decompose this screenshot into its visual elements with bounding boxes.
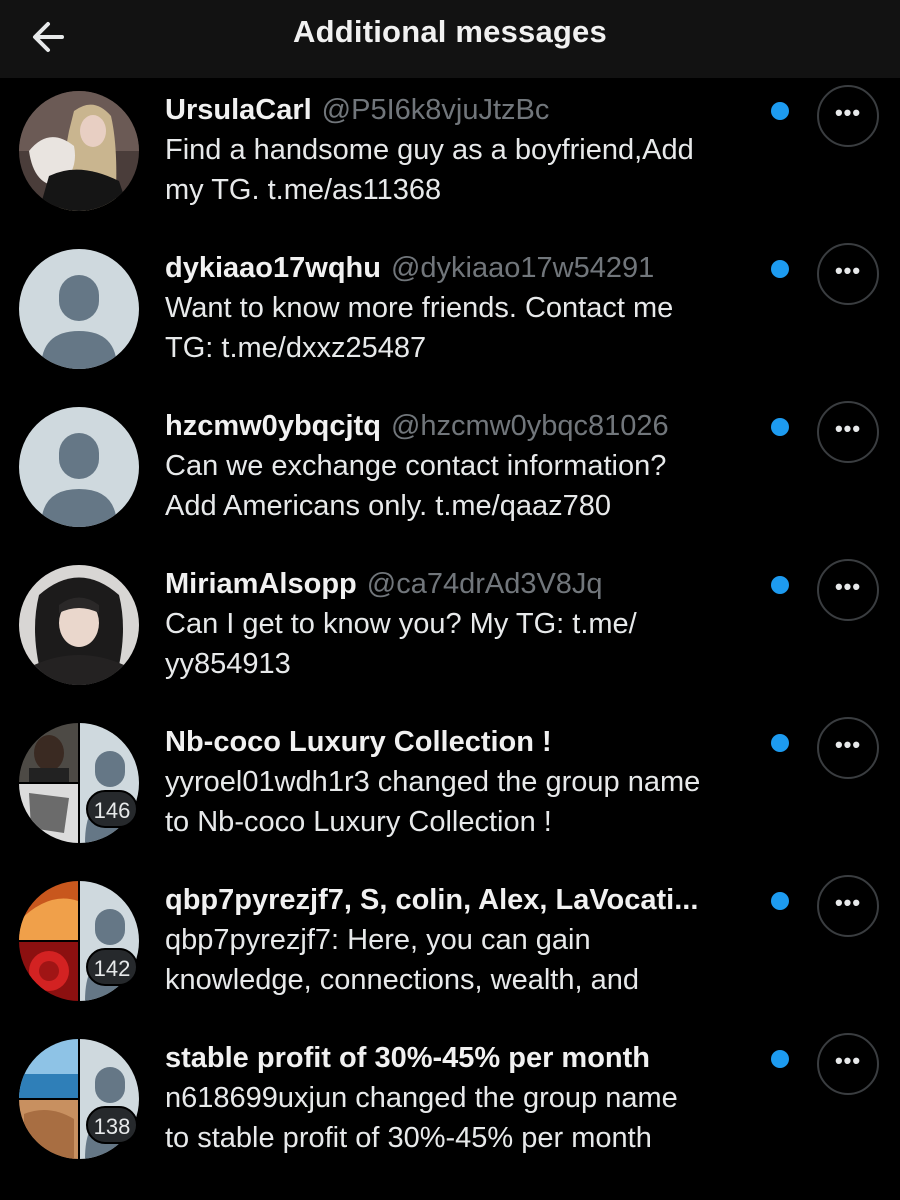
more-dots-icon: •••: [834, 100, 862, 125]
more-dots-icon: •••: [834, 1048, 862, 1073]
message-preview-line: Find a handsome guy as a boyfriend,Add: [165, 134, 694, 166]
message-preview-line: TG: t.me/dxxz25487: [165, 332, 427, 364]
more-dots-icon: •••: [834, 574, 862, 599]
conversation-header: hzcmw0ybqcjtq @hzcmw0ybqc81026: [165, 406, 775, 446]
message-preview-line: my TG. t.me/as11368: [165, 174, 442, 206]
avatar[interactable]: [19, 249, 139, 369]
member-count-badge: 142: [86, 948, 138, 986]
conversation-content: Nb-coco Luxury Collection ! yyroel01wdh1…: [165, 722, 775, 842]
unread-dot-icon: [771, 102, 789, 120]
group-name: stable profit of 30%-45% per month: [165, 1042, 651, 1074]
conversation-row[interactable]: MiriamAlsopp @ca74drAd3V8Jq Can I get to …: [0, 552, 900, 710]
default-avatar-icon: [19, 407, 139, 527]
more-options-button[interactable]: •••: [817, 85, 879, 147]
message-preview-line: Can I get to know you? My TG: t.me/: [165, 608, 637, 640]
display-name: MiriamAlsopp: [165, 568, 357, 600]
user-handle: @dykiaao17w54291: [390, 252, 655, 284]
conversation-header: dykiaao17wqhu @dykiaao17w54291: [165, 248, 775, 288]
message-preview-line: Want to know more friends. Contact me: [165, 292, 674, 324]
message-preview-line: Can we exchange contact information?: [165, 450, 667, 482]
user-handle: @P5I6k8vjuJtzBc: [321, 94, 550, 126]
conversation-row[interactable]: UrsulaCarl @P5I6k8vjuJtzBc Find a handsom…: [0, 78, 900, 236]
avatar[interactable]: [19, 407, 139, 527]
unread-dot-icon: [771, 1050, 789, 1068]
user-photo-icon: [19, 565, 139, 685]
unread-dot-icon: [771, 576, 789, 594]
page-title: Additional messages: [293, 14, 607, 49]
conversation-row[interactable]: 138 stable profit of 30%-45% per month n…: [0, 1026, 900, 1184]
more-options-button[interactable]: •••: [817, 717, 879, 779]
message-preview-line: yy854913: [165, 648, 291, 680]
message-preview-line: to Nb-coco Luxury Collection !: [165, 806, 552, 838]
more-options-button[interactable]: •••: [817, 401, 879, 463]
conversation-header: Nb-coco Luxury Collection !: [165, 722, 775, 762]
message-preview-line: Add Americans only. t.me/qaaz780: [165, 490, 611, 522]
conversation-row[interactable]: 142 qbp7pyrezjf7, S, colin, Alex, LaVoca…: [0, 868, 900, 1026]
unread-dot-icon: [771, 418, 789, 436]
message-preview-line: n618699uxjun changed the group name: [165, 1082, 678, 1114]
user-photo-icon: [19, 91, 139, 211]
group-name: Nb-coco Luxury Collection !: [165, 726, 552, 758]
conversation-row[interactable]: hzcmw0ybqcjtq @hzcmw0ybqc81026 Can we exc…: [0, 394, 900, 552]
conversation-row[interactable]: dykiaao17wqhu @dykiaao17w54291 Want to kn…: [0, 236, 900, 394]
top-bar: Additional messages: [0, 0, 900, 78]
conversation-content: dykiaao17wqhu @dykiaao17w54291 Want to kn…: [165, 248, 775, 368]
conversation-content: stable profit of 30%-45% per month n6186…: [165, 1038, 775, 1158]
conversation-row[interactable]: 146 Nb-coco Luxury Collection ! yyroel01…: [0, 710, 900, 868]
conversation-header: qbp7pyrezjf7, S, colin, Alex, LaVocati..…: [165, 880, 775, 920]
conversation-header: UrsulaCarl @P5I6k8vjuJtzBc: [165, 90, 775, 130]
unread-dot-icon: [771, 260, 789, 278]
unread-dot-icon: [771, 734, 789, 752]
unread-dot-icon: [771, 892, 789, 910]
conversation-header: MiriamAlsopp @ca74drAd3V8Jq: [165, 564, 775, 604]
display-name: hzcmw0ybqcjtq: [165, 410, 381, 442]
more-options-button[interactable]: •••: [817, 875, 879, 937]
more-dots-icon: •••: [834, 732, 862, 757]
more-dots-icon: •••: [834, 416, 862, 441]
avatar[interactable]: [19, 565, 139, 685]
more-options-button[interactable]: •••: [817, 243, 879, 305]
display-name: UrsulaCarl: [165, 94, 312, 126]
more-dots-icon: •••: [834, 890, 862, 915]
conversation-content: MiriamAlsopp @ca74drAd3V8Jq Can I get to …: [165, 564, 775, 684]
conversation-content: hzcmw0ybqcjtq @hzcmw0ybqc81026 Can we exc…: [165, 406, 775, 526]
group-name: qbp7pyrezjf7, S, colin, Alex, LaVocati..…: [165, 884, 699, 916]
conversation-content: qbp7pyrezjf7, S, colin, Alex, LaVocati..…: [165, 880, 775, 1000]
member-count-badge: 146: [86, 790, 138, 828]
more-options-button[interactable]: •••: [817, 1033, 879, 1095]
message-preview-line: qbp7pyrezjf7: Here, you can gain: [165, 924, 591, 956]
user-handle: @hzcmw0ybqc81026: [390, 410, 669, 442]
more-dots-icon: •••: [834, 258, 862, 283]
avatar[interactable]: [19, 91, 139, 211]
conversation-list: UrsulaCarl @P5I6k8vjuJtzBc Find a handsom…: [0, 78, 900, 1184]
message-preview-line: to stable profit of 30%-45% per month: [165, 1122, 652, 1154]
user-handle: @ca74drAd3V8Jq: [366, 568, 603, 600]
more-options-button[interactable]: •••: [817, 559, 879, 621]
message-preview-line: knowledge, connections, wealth, and: [165, 964, 639, 996]
conversation-content: UrsulaCarl @P5I6k8vjuJtzBc Find a handsom…: [165, 90, 775, 210]
conversation-header: stable profit of 30%-45% per month: [165, 1038, 775, 1078]
display-name: dykiaao17wqhu: [165, 252, 381, 284]
message-preview-line: yyroel01wdh1r3 changed the group name: [165, 766, 701, 798]
member-count-badge: 138: [86, 1106, 138, 1144]
default-avatar-icon: [19, 249, 139, 369]
